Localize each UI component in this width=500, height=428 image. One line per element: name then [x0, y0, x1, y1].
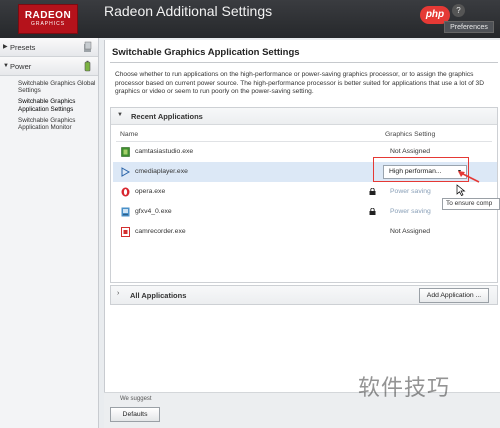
defaults-button[interactable]: Defaults: [110, 407, 160, 422]
table-row[interactable]: opera.exe Power saving: [113, 182, 497, 202]
logo-line2: GRAPHICS: [30, 21, 66, 27]
lock-icon: [369, 208, 376, 215]
battery-icon: [84, 60, 91, 72]
app-name: gfxv4_0.exe: [135, 208, 172, 215]
all-applications-panel[interactable]: › All Applications Add Application ...: [110, 285, 498, 305]
app-name: cmediaplayer.exe: [135, 168, 188, 175]
chevron-down-icon: ▼: [117, 112, 123, 118]
chevron-right-icon: ▶: [3, 44, 8, 50]
table-row[interactable]: camrecorder.exe Not Assigned: [113, 222, 497, 242]
column-header-name[interactable]: Name: [120, 131, 138, 138]
presets-icon: [84, 41, 92, 52]
sidebar-power-label: Power: [10, 62, 32, 71]
mouse-cursor-icon: [456, 184, 466, 196]
table-row[interactable]: gfxv4_0.exe Power saving: [113, 202, 497, 222]
app-title: Radeon Additional Settings: [104, 3, 273, 19]
graphics-setting-value[interactable]: Not Assigned: [390, 228, 430, 235]
preferences-button[interactable]: Preferences: [444, 21, 494, 33]
tooltip: To ensure comp: [442, 198, 500, 210]
column-header-graphics-setting[interactable]: Graphics Setting: [385, 131, 435, 138]
chevron-right-icon: ›: [117, 290, 120, 297]
media-player-icon: [121, 167, 130, 177]
sidebar: ▶ Presets ▼ Power Switchable Graphics Gl…: [0, 38, 99, 428]
app-name: camtasiastudio.exe: [135, 148, 194, 155]
gfx-icon: [121, 207, 130, 217]
logo-line1: RADEON: [24, 10, 72, 21]
graphics-setting-value: Power saving: [390, 188, 431, 195]
page-description: Choose whether to run applications on th…: [115, 71, 484, 95]
help-button[interactable]: ?: [452, 4, 465, 17]
graphics-setting-value[interactable]: Not Assigned: [390, 148, 430, 155]
lock-icon: [369, 188, 376, 195]
site-watermark: 软件技巧: [358, 376, 451, 401]
sidebar-item-application-settings[interactable]: Switchable Graphics Application Settings: [0, 97, 98, 115]
sidebar-presets-label: Presets: [10, 43, 36, 52]
all-applications-label: All Applications: [130, 291, 187, 300]
sidebar-power[interactable]: ▼ Power: [0, 57, 98, 76]
title-bar: RADEON GRAPHICS Radeon Additional Settin…: [0, 0, 500, 38]
recent-applications-label: Recent Applications: [131, 112, 203, 121]
app-name: opera.exe: [135, 188, 166, 195]
sidebar-presets[interactable]: ▶ Presets: [0, 38, 98, 57]
page-title: Switchable Graphics Application Settings: [112, 47, 300, 58]
sidebar-item-application-monitor[interactable]: Switchable Graphics Application Monitor: [0, 116, 98, 134]
app-name: camrecorder.exe: [135, 228, 186, 235]
camtasia-icon: [121, 147, 130, 157]
radeon-logo: RADEON GRAPHICS: [18, 4, 78, 34]
recent-applications-panel: ▼ Recent Applications Name Graphics Sett…: [110, 107, 498, 283]
title-divider: [110, 62, 498, 63]
add-application-button[interactable]: Add Application ...: [419, 288, 489, 303]
recent-applications-header[interactable]: ▼ Recent Applications: [111, 108, 497, 125]
opera-icon: [121, 187, 130, 197]
chevron-down-icon: ▼: [3, 63, 9, 69]
sidebar-item-global-settings[interactable]: Switchable Graphics Global Settings: [0, 79, 98, 97]
graphics-setting-value: Power saving: [390, 208, 431, 215]
footer-note: We suggest: [120, 396, 152, 402]
camrecorder-icon: [121, 227, 130, 237]
